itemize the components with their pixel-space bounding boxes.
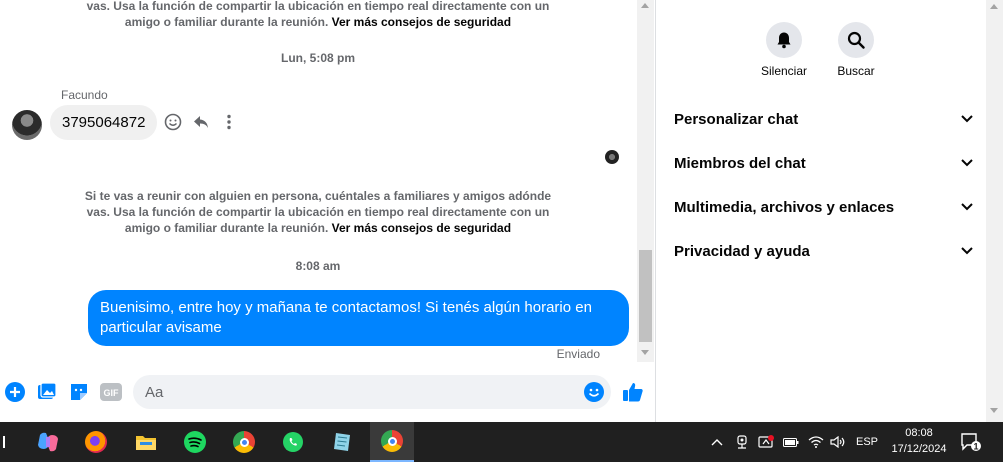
incoming-message[interactable]: 3795064872 [50, 105, 158, 140]
section-media-files-links[interactable]: Multimedia, archivos y enlaces [674, 189, 974, 225]
section-privacy-support[interactable]: Privacidad y ayuda [674, 233, 974, 269]
timestamp: Lun, 5:08 pm [280, 51, 355, 65]
chat-area: vas. Usa la función de compartir la ubic… [0, 0, 655, 422]
side-panel-scrollbar[interactable] [986, 0, 1003, 422]
safety-notice-top: vas. Usa la función de compartir la ubic… [80, 0, 556, 30]
section-customize-chat[interactable]: Personalizar chat [674, 101, 974, 137]
screen-capture-icon[interactable] [756, 422, 776, 462]
message-input[interactable] [133, 375, 611, 409]
search-label: Buscar [837, 64, 875, 78]
windows-taskbar: ESP 08:08 17/12/2024 1 [0, 422, 1003, 462]
gif-label: GIF [104, 388, 120, 398]
messenger-window: vas. Usa la función de compartir la ubic… [0, 0, 1003, 462]
notice-line: amigo o familiar durante la reunión. Ver… [80, 220, 556, 236]
chat-scrollbar[interactable] [637, 0, 654, 362]
bell-icon [766, 22, 802, 58]
chevron-down-icon [961, 247, 973, 255]
notice-line: vas. Usa la función de compartir la ubic… [86, 205, 550, 219]
chrome-profile-icon[interactable] [370, 422, 414, 462]
safety-tips-link[interactable]: Ver más consejos de seguridad [332, 15, 511, 29]
file-explorer-icon[interactable] [124, 422, 168, 462]
notice-text: amigo o familiar durante la reunión. [124, 221, 329, 235]
search-button[interactable]: Buscar [821, 22, 891, 78]
webcam-icon[interactable] [733, 422, 751, 462]
sender-avatar[interactable] [12, 110, 42, 140]
language-indicator[interactable]: ESP [852, 422, 882, 462]
notice-line: amigo o familiar durante la reunión. Ver… [80, 14, 556, 30]
seen-indicator-avatar [605, 150, 619, 164]
notes-icon[interactable] [320, 422, 364, 462]
reply-icon[interactable] [191, 112, 211, 132]
wifi-icon[interactable] [806, 422, 826, 462]
timestamp: 8:08 am [295, 259, 341, 273]
copilot-icon[interactable] [26, 422, 70, 462]
chevron-down-icon [961, 203, 973, 211]
clock[interactable]: 08:08 17/12/2024 [884, 425, 954, 457]
section-chat-members[interactable]: Miembros del chat [674, 145, 974, 181]
notice-line: Si te vas a reunir con alguien en person… [84, 189, 552, 203]
chevron-down-icon [961, 159, 973, 167]
composer-bar: GIF [0, 370, 655, 414]
notice-line: vas. Usa la función de compartir la ubic… [86, 0, 550, 13]
clock-time: 08:08 [905, 427, 933, 439]
clock-date: 17/12/2024 [891, 443, 947, 455]
safety-notice: Si te vas a reunir con alguien en person… [80, 188, 556, 236]
notification-center-icon[interactable]: 1 [958, 422, 984, 462]
chevron-up-icon[interactable] [708, 422, 726, 462]
section-label: Personalizar chat [674, 110, 799, 128]
message-list[interactable]: vas. Usa la función de compartir la ubic… [0, 0, 636, 370]
start-edge-icon[interactable] [0, 422, 8, 462]
react-icon[interactable] [163, 112, 183, 132]
outgoing-message[interactable]: Buenisimo, entre hoy y mañana te contact… [88, 290, 629, 346]
scroll-up-arrow-icon[interactable] [990, 4, 998, 9]
chevron-down-icon [961, 115, 973, 123]
chrome-icon[interactable] [222, 422, 266, 462]
mute-label: Silenciar [760, 64, 808, 78]
mute-button[interactable]: Silenciar [749, 22, 819, 78]
scroll-up-arrow-icon[interactable] [641, 3, 649, 8]
whatsapp-icon[interactable] [271, 422, 315, 462]
spotify-icon[interactable] [173, 422, 217, 462]
section-label: Privacidad y ayuda [674, 242, 810, 260]
scroll-down-arrow-icon[interactable] [641, 350, 649, 355]
photo-icon[interactable] [36, 381, 58, 403]
scroll-down-arrow-icon[interactable] [990, 408, 998, 413]
plus-icon[interactable] [4, 381, 26, 403]
chat-info-panel: Silenciar Buscar Personalizar chat Miemb… [656, 0, 986, 422]
delivery-status: Enviado [556, 347, 600, 361]
emoji-icon[interactable] [583, 381, 605, 403]
battery-icon[interactable] [781, 422, 801, 462]
safety-tips-link[interactable]: Ver más consejos de seguridad [332, 221, 511, 235]
thumbs-up-icon[interactable] [622, 381, 644, 403]
section-label: Miembros del chat [674, 154, 806, 172]
volume-icon[interactable] [828, 422, 848, 462]
section-label: Multimedia, archivos y enlaces [674, 198, 895, 216]
sticker-icon[interactable] [68, 381, 90, 403]
sender-name: Facundo [61, 88, 108, 102]
more-options-icon[interactable] [219, 112, 239, 132]
gif-icon[interactable]: GIF [100, 381, 122, 403]
search-icon [838, 22, 874, 58]
notification-count: 1 [973, 442, 978, 452]
notice-text: amigo o familiar durante la reunión. [124, 15, 329, 29]
scrollbar-thumb[interactable] [639, 250, 652, 342]
firefox-icon[interactable] [74, 422, 118, 462]
